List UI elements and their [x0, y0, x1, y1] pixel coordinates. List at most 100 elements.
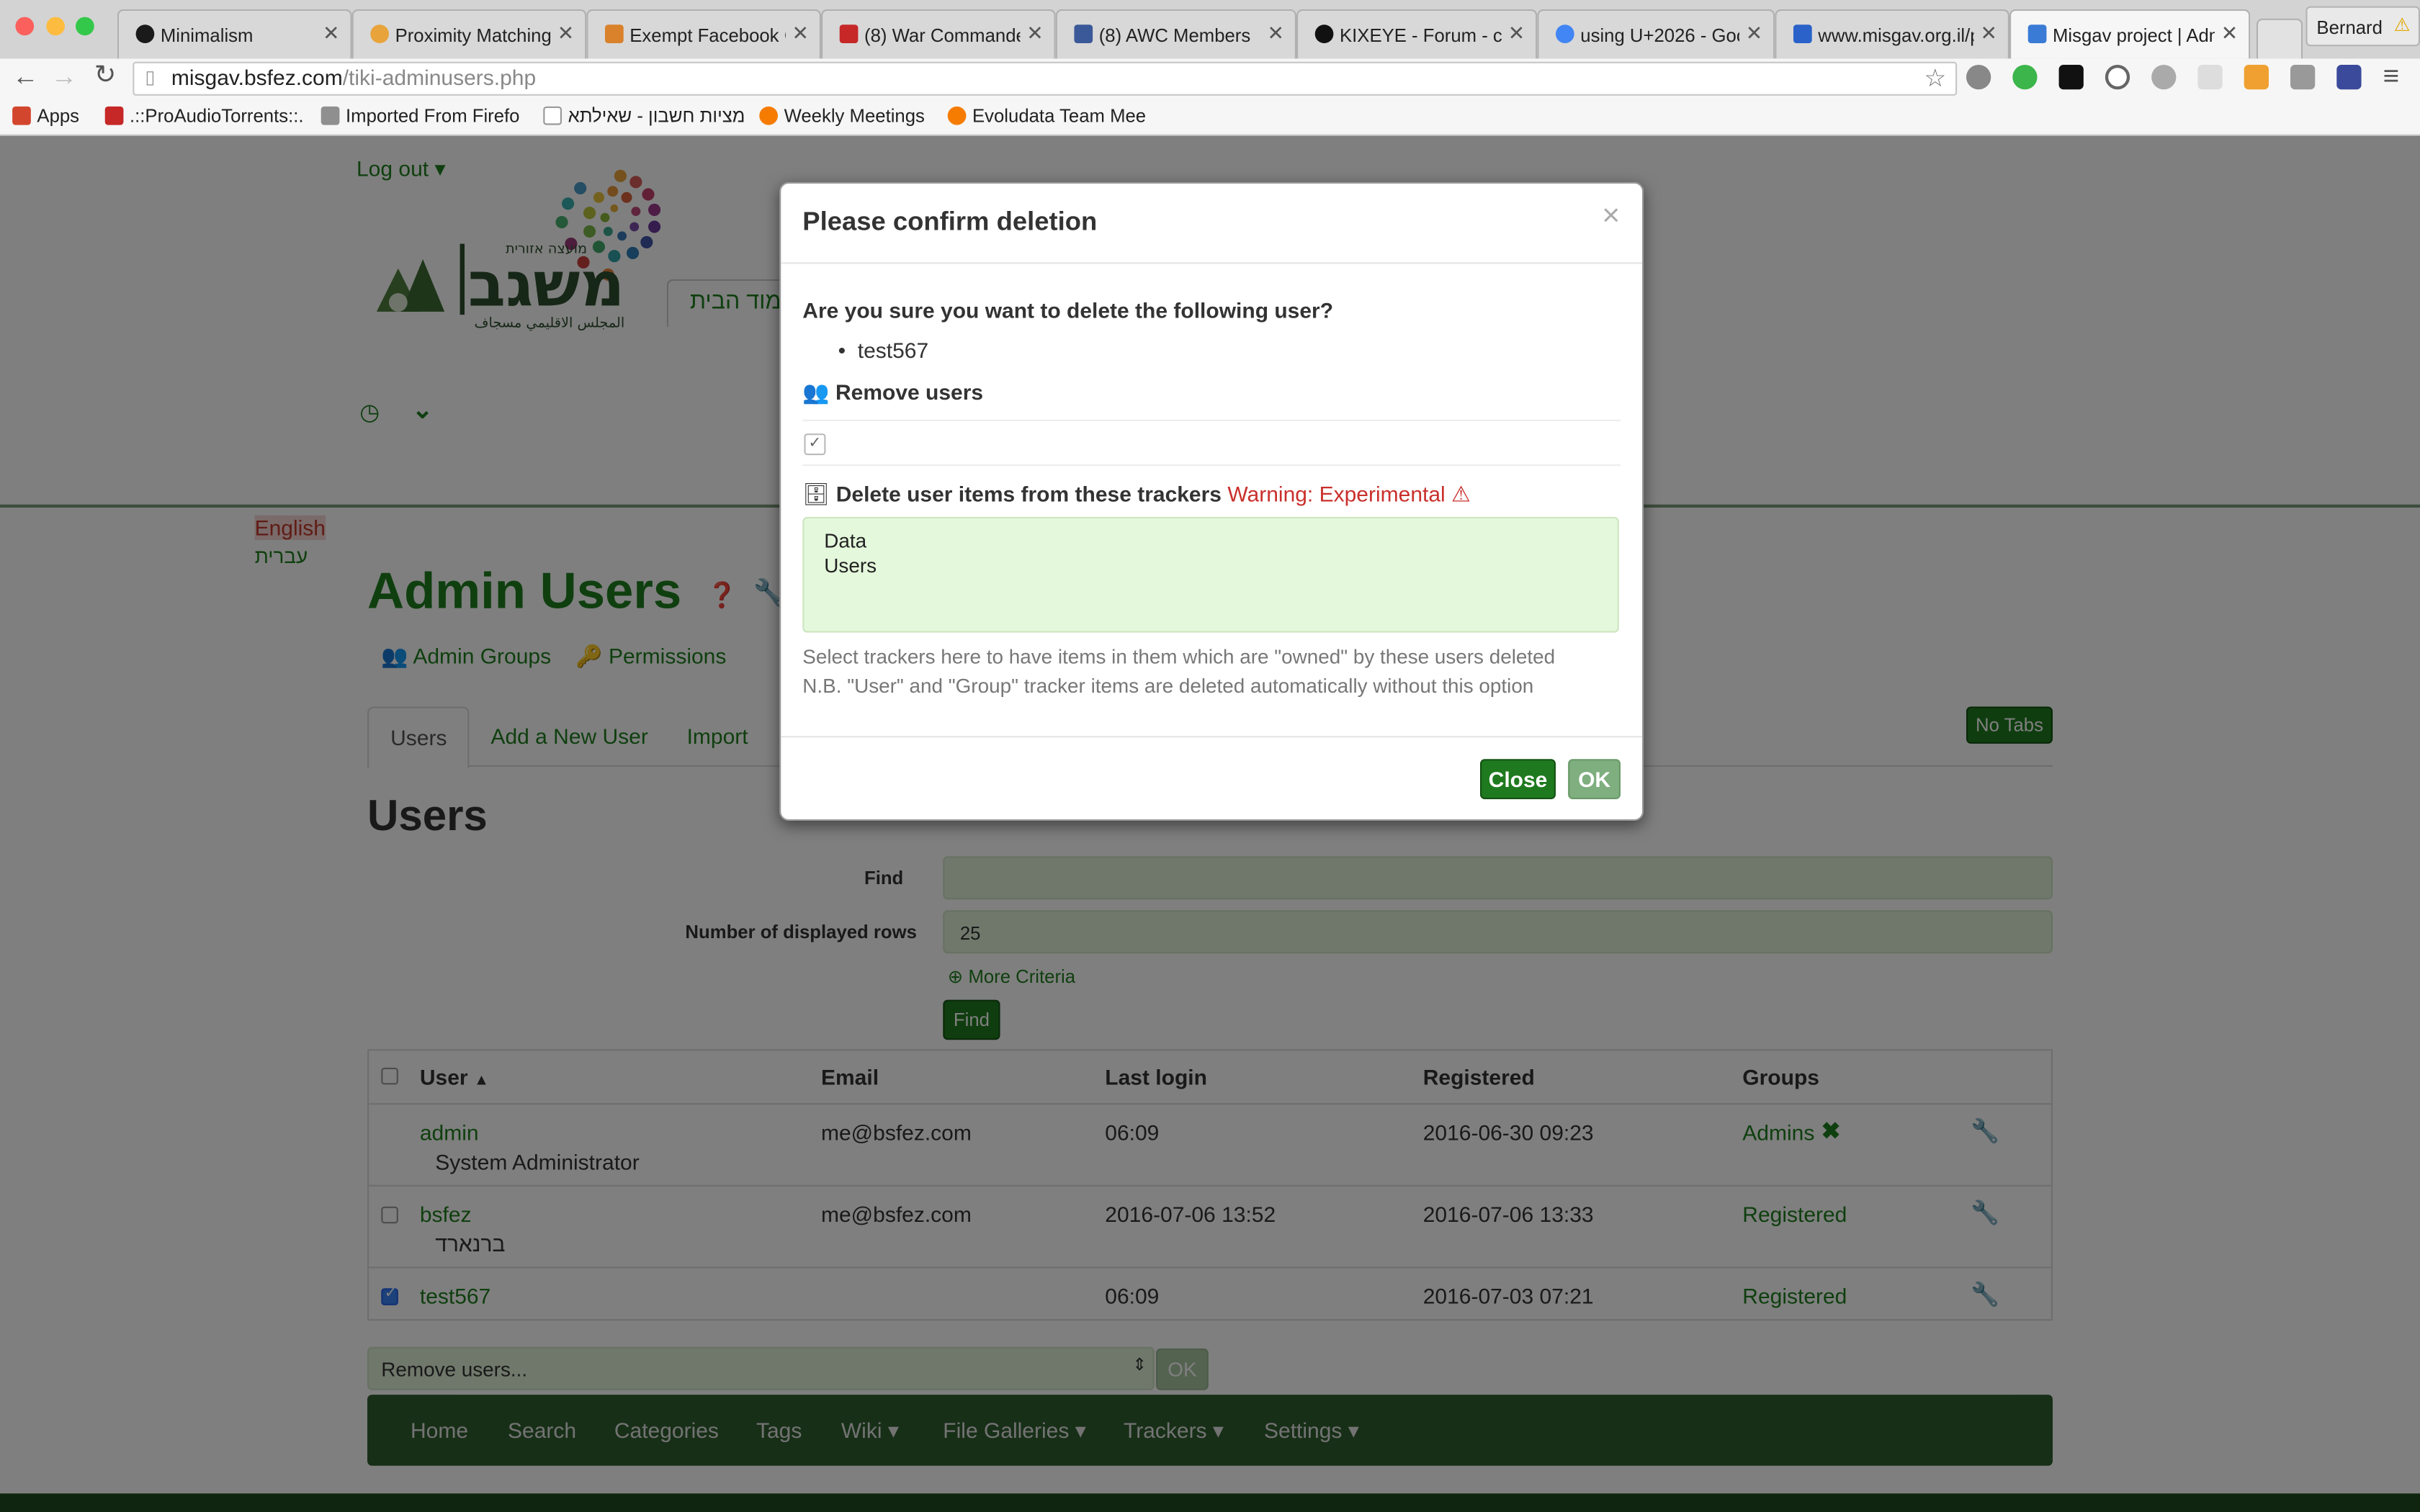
- bookmark-evoludata[interactable]: Evoludata Team Mee: [947, 104, 1147, 127]
- close-tab-icon[interactable]: ✕: [792, 22, 808, 46]
- url-domain: misgav.bsfez.com: [171, 65, 343, 90]
- close-tab-icon[interactable]: ✕: [1026, 22, 1043, 46]
- browser-tab[interactable]: (8) War Commander c ✕: [821, 9, 1056, 59]
- page-icon: [543, 106, 562, 125]
- new-tab-button[interactable]: [2256, 18, 2303, 59]
- tab-title: Misgav project | Adm: [2053, 24, 2215, 47]
- close-tab-icon[interactable]: ✕: [2221, 22, 2238, 46]
- modal-close-icon[interactable]: ×: [1602, 199, 1620, 234]
- bookmark-apps[interactable]: Apps: [12, 105, 79, 127]
- bookmark-star-icon[interactable]: ☆: [1924, 63, 1946, 94]
- bookmark-label: Apps: [37, 104, 80, 127]
- browser-tab[interactable]: (8) AWC Members ✕: [1055, 9, 1296, 59]
- close-tab-icon[interactable]: ✕: [1746, 22, 1762, 46]
- browser-tab[interactable]: Minimalism ✕: [117, 9, 352, 59]
- bookmark-favicon-icon: [104, 106, 124, 125]
- tab-title: Minimalism: [160, 24, 254, 47]
- help-text-1: Select trackers here to have items in th…: [802, 644, 1556, 668]
- back-arrow-icon[interactable]: ←: [12, 62, 38, 93]
- zoom-window-button[interactable]: [76, 17, 94, 36]
- bookmarks-bar: Apps .::ProAudioTorrents::. Imported Fro…: [0, 99, 2420, 136]
- browser-tab[interactable]: Proximity Matching | ✕: [351, 9, 587, 59]
- tab-title: (8) AWC Members: [1098, 24, 1251, 47]
- menu-icon[interactable]: ≡: [2383, 60, 2400, 93]
- tab-title: using U+2026 - Goo: [1580, 24, 1739, 47]
- tab-title: Exempt Facebook Cr: [629, 24, 785, 47]
- extension-jb-icon[interactable]: [2058, 65, 2084, 90]
- modal-question: Are you sure you want to delete the foll…: [802, 297, 1334, 323]
- extension-blue-icon[interactable]: [2336, 65, 2362, 90]
- browser-tab[interactable]: using U+2026 - Goo ✕: [1537, 9, 1775, 59]
- extension-feather-icon[interactable]: [2197, 65, 2223, 90]
- profile-button[interactable]: Bernard ⚠: [2305, 6, 2420, 47]
- warning-icon: ⚠: [2393, 14, 2411, 36]
- forward-arrow-icon[interactable]: →: [51, 62, 77, 93]
- tracker-option-data[interactable]: Data: [824, 529, 866, 552]
- profile-name: Bernard: [2316, 17, 2383, 39]
- folder-icon: [321, 106, 340, 125]
- extension-info-icon[interactable]: [2105, 65, 2130, 90]
- experimental-warning: Warning: Experimental: [1227, 481, 1446, 506]
- trackers-heading: 🗄 Delete user items from these trackers …: [802, 481, 1471, 506]
- tab-favicon-icon: [1556, 24, 1574, 43]
- help-text-2: N.B. "User" and "Group" tracker items ar…: [802, 674, 1534, 698]
- modal-title: Please confirm deletion: [802, 207, 1098, 236]
- close-tab-icon[interactable]: ✕: [1508, 22, 1525, 46]
- tab-title: www.misgav.org.il/pa: [1818, 24, 1974, 47]
- tab-favicon-icon: [605, 24, 624, 43]
- close-tab-icon[interactable]: ✕: [557, 22, 574, 46]
- bookmark-label: מציות חשבון - שאילתא: [568, 104, 745, 127]
- address-bar[interactable]: ▯ misgav.bsfez.com/tiki-adminusers.php ☆: [133, 61, 1958, 96]
- page-icon: ▯: [145, 66, 156, 89]
- url-path: /tiki-adminusers.php: [342, 65, 537, 90]
- users-icon: 👥: [802, 379, 830, 405]
- close-tab-icon[interactable]: ✕: [1980, 22, 1996, 46]
- extension-amazon-icon[interactable]: [2244, 65, 2269, 90]
- extension-radiation-icon[interactable]: [2151, 65, 2177, 90]
- bookmark-weekly-meetings[interactable]: Weekly Meetings: [759, 105, 925, 127]
- bookmark-label: Evoludata Team Mee: [972, 104, 1147, 127]
- browser-tab-bar: Minimalism ✕ Proximity Matching | ✕ Exem…: [0, 0, 2420, 60]
- bookmark-proaudio[interactable]: .::ProAudioTorrents::.: [104, 104, 304, 127]
- warning-triangle-icon: ⚠: [1451, 481, 1471, 506]
- tab-title: Proximity Matching |: [395, 24, 551, 47]
- trackers-listbox[interactable]: Data Users: [802, 516, 1619, 633]
- close-tab-icon[interactable]: ✕: [1267, 22, 1283, 46]
- bookmark-label: Imported From Firefo: [346, 104, 520, 127]
- minimize-window-button[interactable]: [46, 17, 65, 36]
- browser-tab[interactable]: Exempt Facebook Cr ✕: [586, 9, 821, 59]
- browser-tab[interactable]: www.misgav.org.il/pa ✕: [1775, 9, 2009, 59]
- tab-title: (8) War Commander c: [864, 24, 1020, 47]
- bookmark-folder[interactable]: Imported From Firefo: [321, 105, 520, 127]
- confirm-delete-modal: Please confirm deletion × Are you sure y…: [779, 181, 1644, 822]
- tab-favicon-icon: [1074, 24, 1093, 43]
- bookmark-hebrew[interactable]: מציות חשבון - שאילתא: [543, 105, 745, 127]
- remove-users-checkbox[interactable]: ✓: [804, 433, 826, 456]
- browser-tab[interactable]: KIXEYE - Forum - co ✕: [1296, 9, 1538, 59]
- tab-favicon-icon: [1793, 24, 1812, 43]
- bookmark-favicon-icon: [947, 106, 967, 125]
- close-window-button[interactable]: [15, 17, 35, 36]
- extension-evernote-icon[interactable]: [2012, 65, 2038, 90]
- ok-button[interactable]: OK: [1568, 759, 1621, 799]
- tab-favicon-icon: [370, 24, 389, 43]
- bookmark-label: .::ProAudioTorrents::.: [130, 104, 304, 127]
- tab-favicon-icon: [135, 24, 155, 43]
- reload-icon[interactable]: ↻: [94, 60, 117, 91]
- close-tab-icon[interactable]: ✕: [323, 22, 339, 46]
- tab-title: KIXEYE - Forum - co: [1340, 24, 1502, 47]
- user-to-delete: • test567: [838, 338, 929, 363]
- remove-users-heading: 👥 Remove users: [802, 379, 984, 405]
- browser-tab-active[interactable]: Misgav project | Adm ✕: [2009, 9, 2251, 59]
- tab-favicon-icon: [1314, 24, 1334, 43]
- extension-spider-icon[interactable]: [1966, 65, 1991, 90]
- bookmark-favicon-icon: [759, 106, 778, 125]
- tab-favicon-icon: [839, 24, 859, 43]
- tracker-option-users[interactable]: Users: [824, 554, 877, 577]
- extension-gray-icon[interactable]: [2290, 65, 2316, 90]
- bookmark-label: Weekly Meetings: [784, 104, 925, 127]
- close-button[interactable]: Close: [1480, 759, 1556, 799]
- tab-favicon-icon: [2027, 24, 2047, 43]
- apps-grid-icon: [12, 106, 31, 125]
- database-icon: 🗄: [802, 481, 830, 506]
